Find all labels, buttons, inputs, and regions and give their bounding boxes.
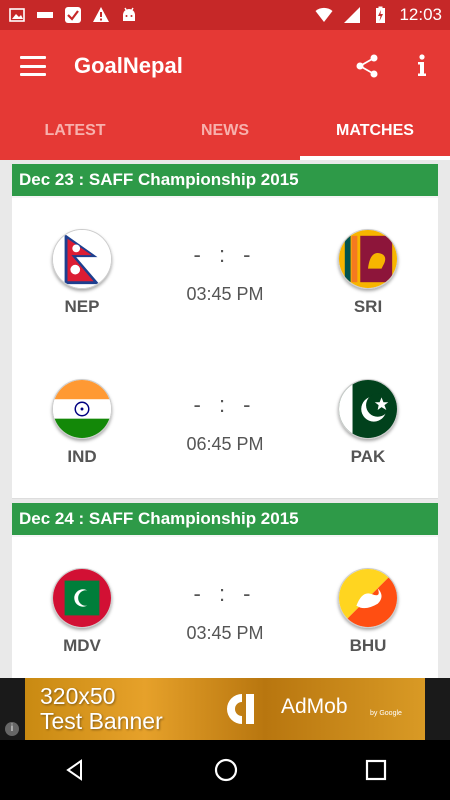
team-code: NEP <box>64 297 100 316</box>
navigation-bar <box>0 740 450 800</box>
maldives-flag-icon <box>52 568 112 628</box>
home-team: MDV <box>12 568 152 656</box>
score: - : - <box>193 391 257 417</box>
kickoff-time: 03:45 PM <box>186 283 264 304</box>
tab-bar: LATEST NEWS MATCHES <box>0 102 450 160</box>
check-icon <box>65 7 81 23</box>
tab-news[interactable]: NEWS <box>150 102 300 160</box>
match-card[interactable]: MDV - : - 03:45 PM BHU <box>12 537 438 678</box>
nepal-flag-icon <box>52 229 112 289</box>
app-bar: GoalNepal <box>0 30 450 102</box>
home-team: NEP <box>12 229 152 317</box>
ad-sub: by Google <box>370 710 402 717</box>
kickoff-time: 06:45 PM <box>186 433 264 454</box>
ad-text: 320x50 Test Banner <box>40 684 163 734</box>
match-row[interactable]: IND - : - 06:45 PM PAK <box>12 348 438 498</box>
team-code: SRI <box>353 297 383 316</box>
hamburger-menu-icon[interactable] <box>20 56 46 76</box>
team-code: PAK <box>350 447 386 466</box>
signal-icon <box>344 7 361 23</box>
android-icon <box>123 7 135 21</box>
recents-icon[interactable] <box>365 759 387 781</box>
ad-brand: AdMob <box>281 695 348 718</box>
matches-list[interactable]: Dec 23 : SAFF Championship 2015 NEP - : … <box>0 160 450 678</box>
match-row[interactable]: MDV - : - 03:45 PM BHU <box>12 537 438 678</box>
away-team: PAK <box>298 379 438 467</box>
day-header: Dec 24 : SAFF Championship 2015 <box>12 503 438 537</box>
away-team: BHU <box>298 568 438 656</box>
match-row[interactable]: NEP - : - 03:45 PM SRI <box>12 198 438 348</box>
share-icon[interactable] <box>354 53 380 79</box>
score: - : - <box>193 580 257 606</box>
status-bar: 12:03 <box>0 0 450 30</box>
ad-creative[interactable]: 320x50 Test Banner AdMob by Google <box>25 678 425 740</box>
ad-text-line1: 320x50 <box>40 683 116 709</box>
home-team: IND <box>12 379 152 467</box>
status-time: 12:03 <box>399 5 442 24</box>
back-icon[interactable] <box>63 758 87 782</box>
admob-logo-icon <box>227 694 254 724</box>
team-code: BHU <box>349 636 387 655</box>
tab-latest[interactable]: LATEST <box>0 102 150 160</box>
battery-charging-icon <box>376 6 386 23</box>
match-info: - : - 03:45 PM <box>152 242 298 305</box>
match-card[interactable]: NEP - : - 03:45 PM SRI IND - : - 06:45 P… <box>12 198 438 499</box>
warning-icon <box>93 7 109 22</box>
team-code: MDV <box>63 636 101 655</box>
team-code: IND <box>67 447 97 466</box>
match-info: - : - 06:45 PM <box>152 392 298 455</box>
wifi-icon <box>315 7 333 22</box>
away-team: SRI <box>298 229 438 317</box>
score: - : - <box>193 241 257 267</box>
image-icon <box>9 8 25 22</box>
home-icon[interactable] <box>213 757 239 783</box>
india-flag-icon <box>52 379 112 439</box>
pakistan-flag-icon <box>338 379 398 439</box>
ad-info-icon[interactable]: i <box>5 722 19 736</box>
notification-logo-icon <box>37 12 53 18</box>
info-icon[interactable] <box>414 53 430 79</box>
bhutan-flag-icon <box>338 568 398 628</box>
ad-text-line2: Test Banner <box>40 708 163 734</box>
app-title: GoalNepal <box>74 53 183 78</box>
sri-lanka-flag-icon <box>338 229 398 289</box>
match-info: - : - 03:45 PM <box>152 581 298 644</box>
kickoff-time: 03:45 PM <box>186 622 264 643</box>
ad-banner[interactable]: i 320x50 Test Banner AdMob by Google <box>0 678 450 740</box>
tab-matches[interactable]: MATCHES <box>300 102 450 160</box>
day-header: Dec 23 : SAFF Championship 2015 <box>12 164 438 198</box>
